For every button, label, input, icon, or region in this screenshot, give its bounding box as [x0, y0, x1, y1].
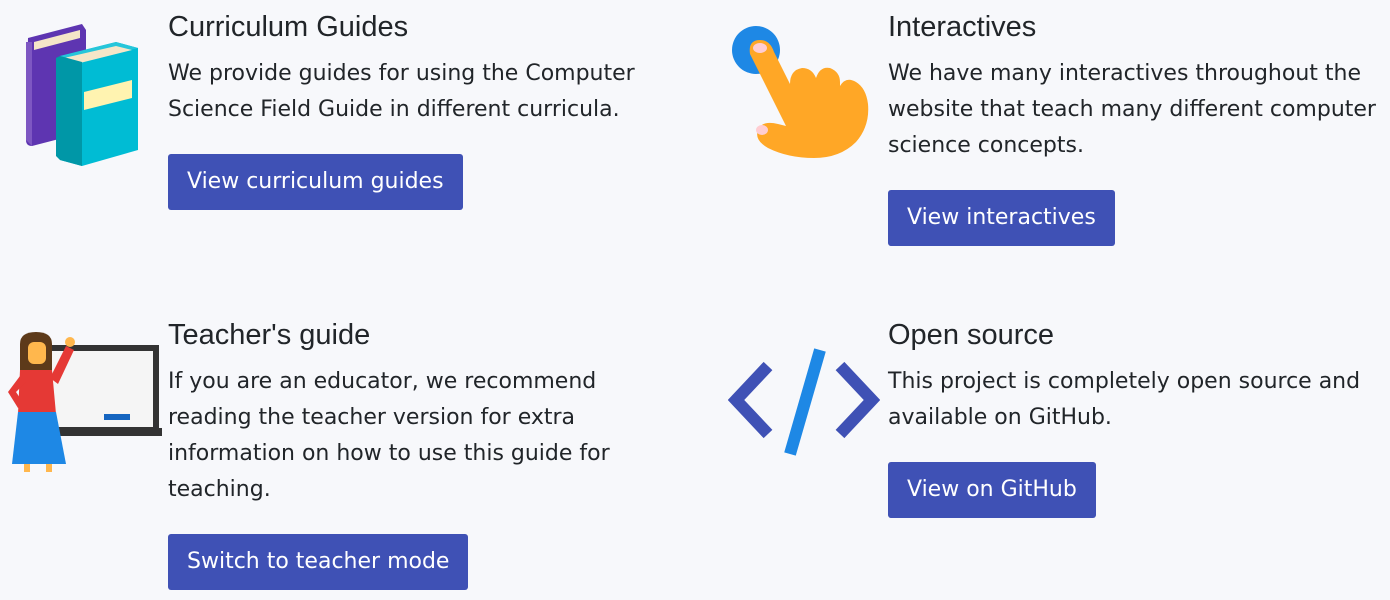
open-source-body: Open source This project is completely o… — [888, 318, 1388, 436]
teachers-guide-body: Teacher's guide If you are an educator, … — [168, 318, 668, 508]
card-description: If you are an educator, we recommend rea… — [168, 369, 610, 502]
books-icon — [20, 22, 144, 168]
view-on-github-button[interactable]: View on GitHub — [888, 462, 1096, 518]
interactives-body: Interactives We have many interactives t… — [888, 10, 1388, 164]
view-curriculum-guides-button[interactable]: View curriculum guides — [168, 154, 463, 210]
code-brackets-icon — [728, 346, 880, 458]
card-title: Curriculum Guides — [168, 11, 409, 43]
teacher-whiteboard-icon — [0, 328, 164, 474]
curriculum-guides-body: Curriculum Guides We provide guides for … — [168, 10, 688, 128]
card-title: Interactives — [888, 11, 1037, 43]
switch-to-teacher-mode-button[interactable]: Switch to teacher mode — [168, 534, 469, 590]
card-description: We provide guides for using the Computer… — [168, 61, 635, 122]
view-interactives-button[interactable]: View interactives — [888, 190, 1115, 246]
card-description: This project is completely open source a… — [888, 369, 1361, 430]
card-title: Open source — [888, 319, 1055, 351]
pointing-hand-icon — [728, 22, 872, 162]
card-description: We have many interactives throughout the… — [888, 61, 1376, 158]
card-title: Teacher's guide — [168, 319, 371, 351]
